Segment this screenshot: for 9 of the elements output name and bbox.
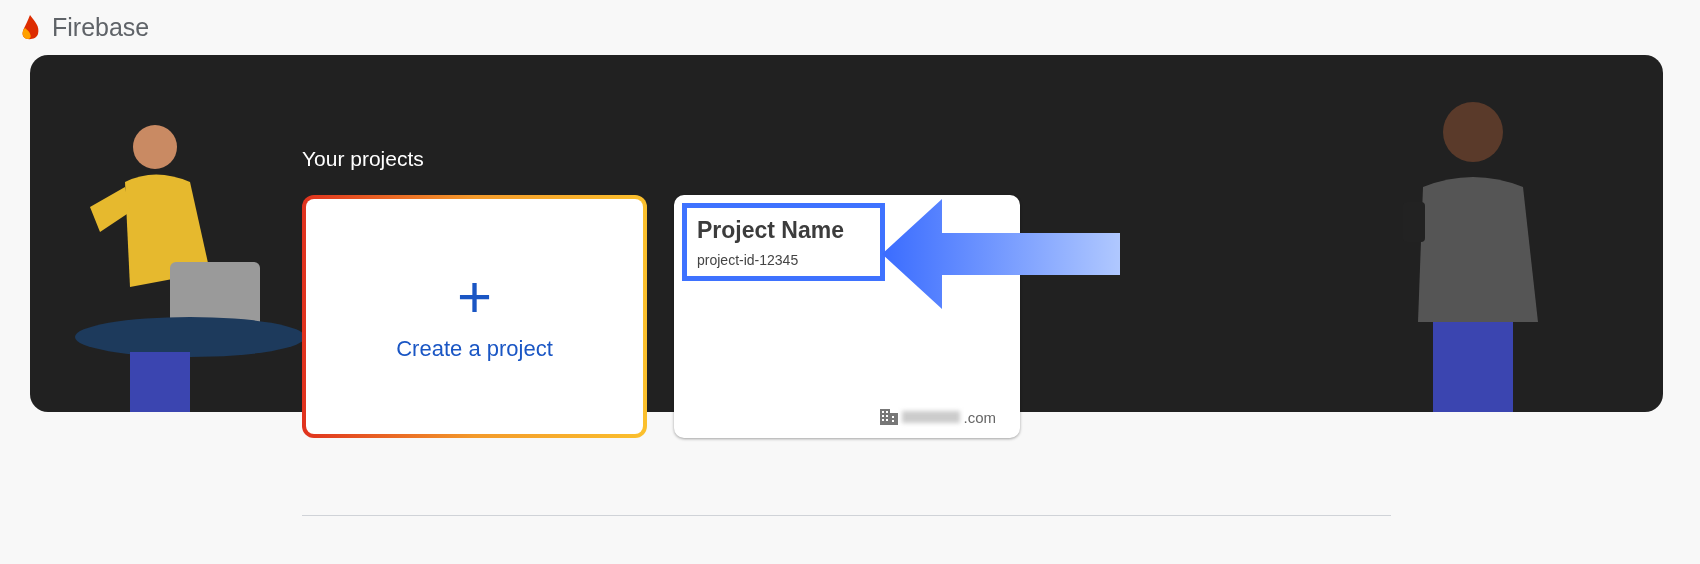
project-name: Project Name (697, 217, 844, 244)
section-title: Your projects (302, 147, 424, 171)
project-card[interactable]: Project Name project-id-12345 .com (674, 195, 1020, 438)
plus-icon: + (456, 271, 492, 322)
building-icon (879, 408, 900, 426)
blurred-text (902, 411, 961, 423)
organization-domain: .com (963, 408, 996, 426)
brand-name: Firebase (52, 13, 150, 42)
project-id: project-id-12345 (697, 252, 799, 268)
